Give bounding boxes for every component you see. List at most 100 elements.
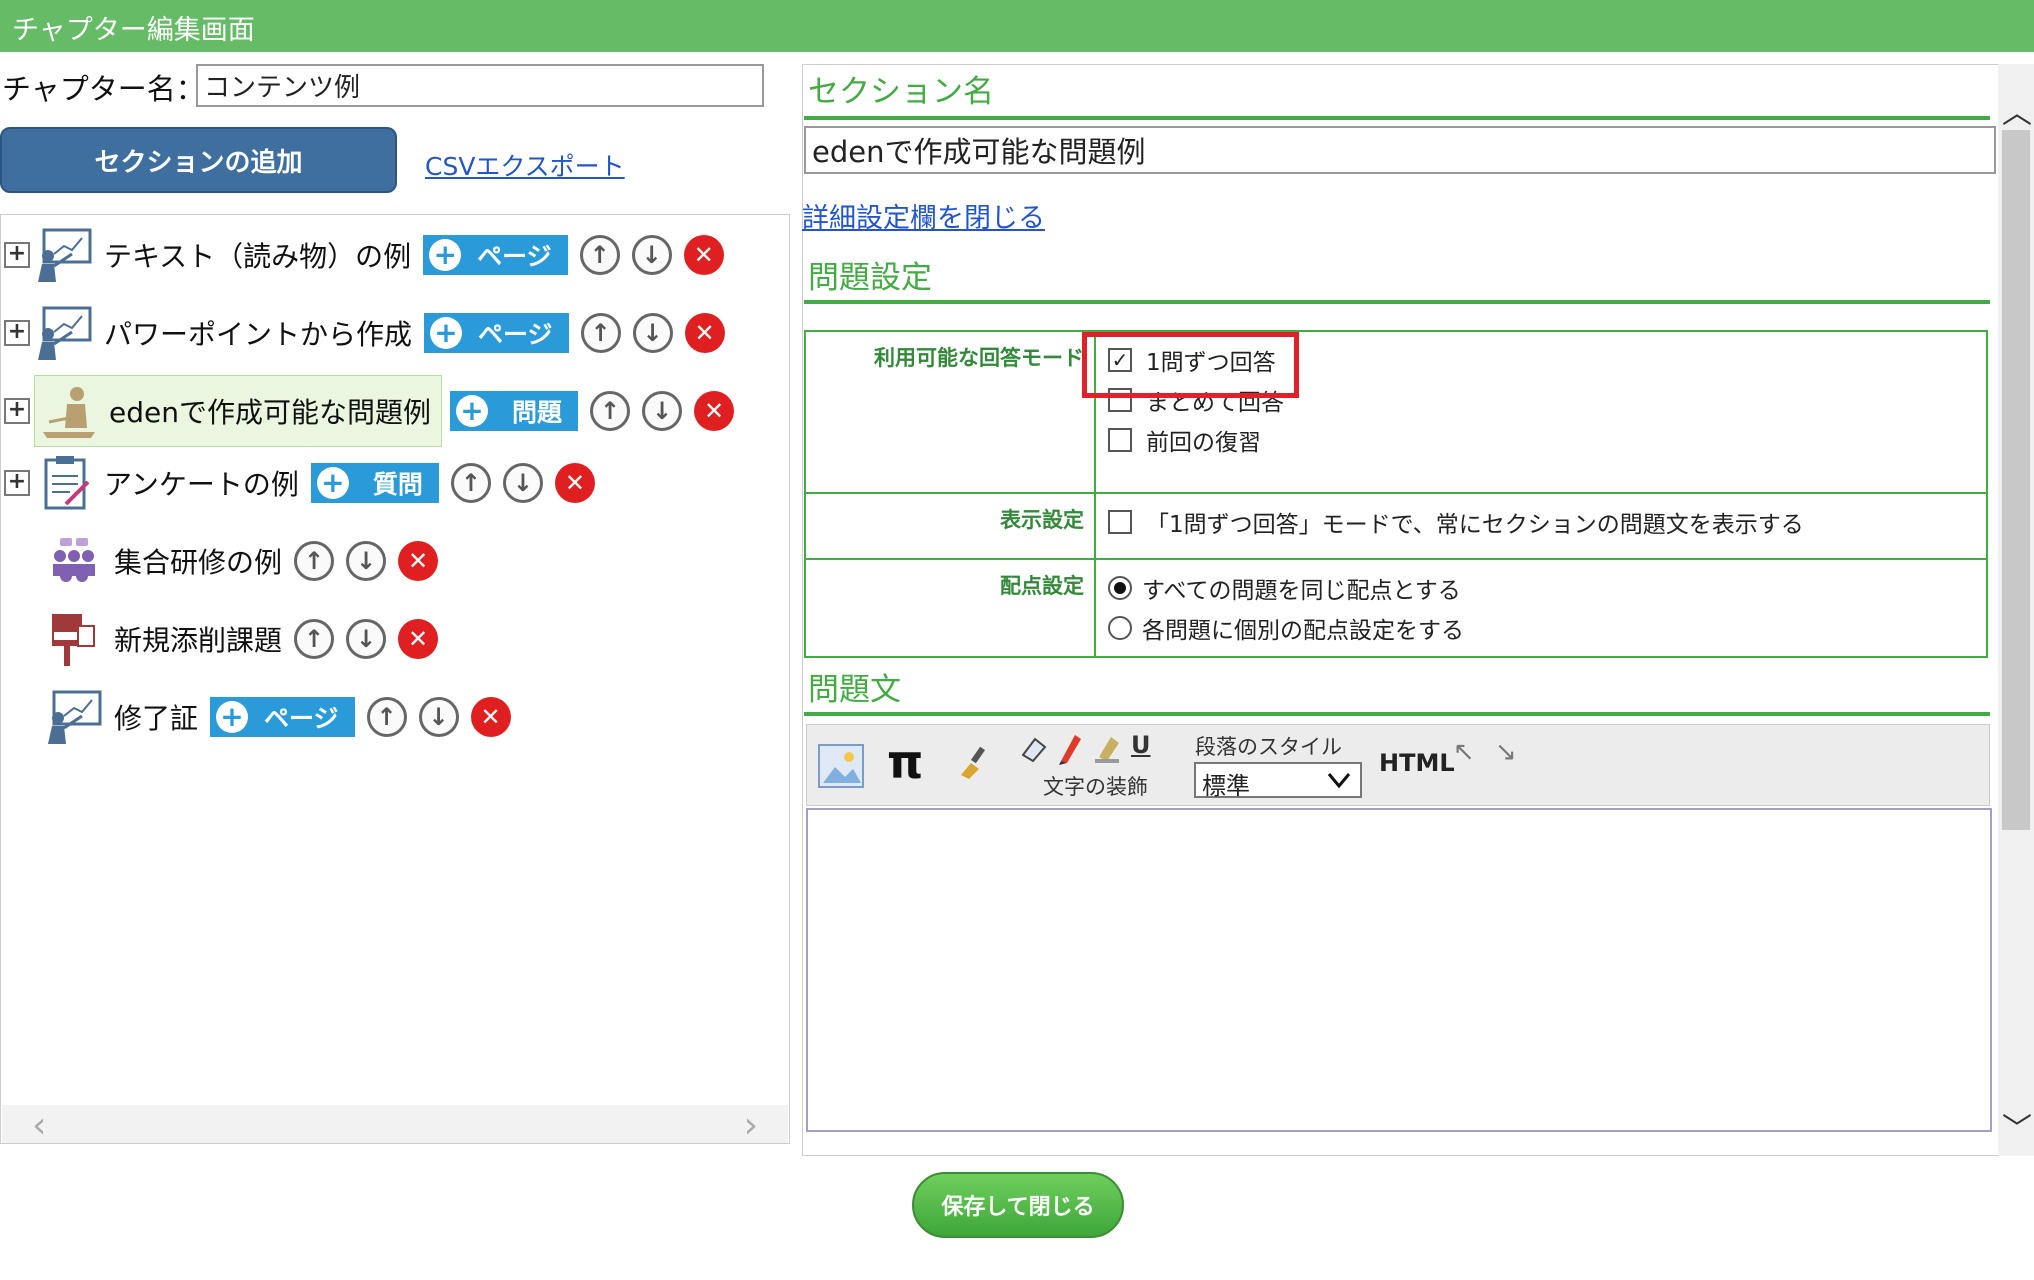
tree-row-3: + アンケートの例 + 質問 ↑ ↓ ✕ bbox=[4, 450, 784, 516]
move-up-button[interactable]: ↑ bbox=[579, 235, 620, 275]
move-up-button[interactable]: ↑ bbox=[294, 619, 335, 659]
editor-toolbar: π U 文字の装飾 段落のスタイル HTML ↖ ↘ bbox=[806, 724, 1990, 806]
delete-button[interactable]: ✕ bbox=[684, 313, 725, 353]
tree-row-label[interactable]: 集合研修の例 bbox=[114, 541, 282, 581]
display-setting-label: 表示設定 bbox=[804, 492, 1096, 560]
move-up-button[interactable]: ↑ bbox=[366, 697, 407, 737]
tree-row-label: edenで作成可能な問題例 bbox=[109, 396, 431, 429]
expand-toggle-icon[interactable]: + bbox=[4, 242, 30, 268]
move-up-button[interactable]: ↑ bbox=[580, 313, 621, 353]
checkbox-unchecked[interactable] bbox=[1108, 428, 1132, 452]
insert-image-icon[interactable] bbox=[817, 743, 865, 794]
move-down-button[interactable]: ↓ bbox=[642, 391, 682, 431]
tree-row-label[interactable]: パワーポイントから作成 bbox=[104, 313, 412, 353]
move-down-button[interactable]: ↓ bbox=[418, 697, 459, 737]
display-setting-row: 表示設定 「1問ずつ回答」モードで、常にセクションの問題文を表示する bbox=[804, 492, 1988, 560]
presentation-board-icon bbox=[30, 300, 98, 366]
move-up-button[interactable]: ↑ bbox=[590, 391, 630, 431]
chapter-name-input[interactable] bbox=[196, 64, 764, 107]
add-page-button[interactable]: + ページ bbox=[423, 235, 568, 275]
add-survey-question-button[interactable]: + 質問 bbox=[310, 463, 439, 503]
tree-row-1: + パワーポイントから作成 + ページ ↑ ↓ ✕ bbox=[4, 300, 784, 366]
delete-button[interactable]: ✕ bbox=[554, 463, 595, 503]
undo-icon[interactable]: ↖ bbox=[1453, 737, 1475, 767]
expand-toggle-icon[interactable]: + bbox=[4, 398, 30, 424]
problem-text-editor[interactable] bbox=[806, 808, 1992, 1132]
plus-icon: + bbox=[216, 701, 249, 733]
selected-section[interactable]: edenで作成可能な問題例 bbox=[34, 375, 442, 447]
tree-row-4: 集合研修の例 ↑ ↓ ✕ bbox=[4, 528, 784, 594]
move-down-button[interactable]: ↓ bbox=[346, 619, 387, 659]
delete-button[interactable]: ✕ bbox=[398, 619, 439, 659]
add-section-button[interactable]: セクションの追加 bbox=[0, 127, 397, 193]
chapter-name-label: チャプター名： bbox=[2, 72, 205, 106]
checkbox-unchecked[interactable] bbox=[1108, 510, 1132, 534]
move-down-button[interactable]: ↓ bbox=[632, 313, 673, 353]
format-brush-icon[interactable] bbox=[957, 745, 993, 786]
tree-row-2: + edenで作成可能な問題例 + 問題 ↑ ↓ ✕ bbox=[4, 375, 784, 447]
scroll-left-icon[interactable]: ‹ bbox=[32, 1105, 46, 1146]
answer-mode-row: 利用可能な回答モード ✓ 1問ずつ回答 まとめて回答 前回の復習 bbox=[804, 330, 1988, 494]
paragraph-style-select[interactable]: 標準 bbox=[1194, 762, 1362, 800]
move-up-button[interactable]: ↑ bbox=[294, 541, 335, 581]
clipboard-survey-icon bbox=[30, 450, 98, 516]
answer-mode-option[interactable]: 前回の復習 bbox=[1108, 420, 1974, 460]
display-setting-options: 「1問ずつ回答」モードで、常にセクションの問題文を表示する bbox=[1094, 492, 1988, 560]
scoring-option[interactable]: すべての問題を同じ配点とする bbox=[1108, 568, 1974, 608]
paragraph-style-label: 段落のスタイル bbox=[1195, 735, 1342, 759]
radio-selected[interactable] bbox=[1108, 576, 1132, 600]
title-bar: チャプター編集画面 bbox=[0, 0, 2034, 52]
delete-button[interactable]: ✕ bbox=[694, 391, 734, 431]
save-close-button[interactable]: 保存して閉じる bbox=[912, 1172, 1124, 1238]
move-down-button[interactable]: ↓ bbox=[346, 541, 387, 581]
scoring-setting-row: 配点設定 すべての問題を同じ配点とする 各問題に個別の配点設定をする bbox=[804, 558, 1988, 658]
eraser-icon[interactable] bbox=[1019, 733, 1049, 768]
radio-unselected[interactable] bbox=[1108, 616, 1132, 640]
presentation-board-icon bbox=[40, 684, 108, 750]
tree-row-0: + テキスト（読み物）の例 + ページ ↑ ↓ ✕ bbox=[4, 222, 784, 288]
underline-icon[interactable]: U bbox=[1131, 731, 1151, 759]
display-setting-option[interactable]: 「1問ずつ回答」モードで、常にセクションの問題文を表示する bbox=[1108, 502, 1974, 542]
group-training-icon bbox=[40, 528, 108, 594]
tree-row-label[interactable]: 新規添削課題 bbox=[114, 619, 282, 659]
delete-button[interactable]: ✕ bbox=[470, 697, 511, 737]
horizontal-scrollbar[interactable]: ‹ › bbox=[2, 1105, 788, 1146]
add-page-button[interactable]: + ページ bbox=[210, 697, 355, 737]
scroll-down-icon[interactable]: ﹀ bbox=[2002, 1104, 2032, 1148]
html-mode-button[interactable]: HTML bbox=[1379, 749, 1455, 777]
heading-divider bbox=[804, 116, 1990, 120]
add-question-button[interactable]: + 問題 bbox=[449, 391, 578, 431]
plus-icon: + bbox=[430, 317, 463, 349]
move-down-button[interactable]: ↓ bbox=[502, 463, 543, 503]
expand-toggle-icon[interactable]: + bbox=[4, 320, 30, 346]
scroll-up-icon[interactable]: ︿ bbox=[2002, 88, 2032, 132]
move-up-button[interactable]: ↑ bbox=[450, 463, 491, 503]
plus-icon: + bbox=[316, 467, 349, 499]
page-title: チャプター編集画面 bbox=[12, 15, 255, 46]
delete-button[interactable]: ✕ bbox=[398, 541, 439, 581]
tree-row-label[interactable]: テキスト（読み物）の例 bbox=[104, 235, 411, 275]
tree-row-label[interactable]: 修了証 bbox=[114, 697, 198, 737]
close-details-link[interactable]: 詳細設定欄を閉じる bbox=[802, 196, 1045, 235]
scrollbar-thumb[interactable] bbox=[2002, 130, 2030, 830]
exam-person-icon bbox=[35, 378, 103, 444]
redo-icon[interactable]: ↘ bbox=[1495, 737, 1517, 767]
math-pi-icon[interactable]: π bbox=[887, 735, 923, 789]
add-page-button[interactable]: + ページ bbox=[424, 313, 569, 353]
section-name-input[interactable] bbox=[804, 126, 1996, 174]
red-pen-icon[interactable] bbox=[1055, 731, 1085, 770]
csv-export-link[interactable]: CSVエクスポート bbox=[425, 147, 625, 183]
heading-divider bbox=[804, 300, 1990, 304]
tree-row-label[interactable]: アンケートの例 bbox=[104, 463, 299, 503]
tree-row-5: 新規添削課題 ↑ ↓ ✕ bbox=[4, 606, 784, 672]
scoring-option[interactable]: 各問題に個別の配点設定をする bbox=[1108, 608, 1974, 648]
problem-settings-table: 利用可能な回答モード ✓ 1問ずつ回答 まとめて回答 前回の復習 表示設定 「1問… bbox=[804, 330, 1988, 658]
tree-row-6: 修了証 + ページ ↑ ↓ ✕ bbox=[4, 684, 784, 750]
vertical-scrollbar[interactable]: ︿ ﹀ bbox=[1998, 64, 2034, 1156]
highlighter-icon[interactable] bbox=[1093, 731, 1123, 770]
answer-mode-label: 利用可能な回答モード bbox=[804, 330, 1096, 494]
scroll-right-icon[interactable]: › bbox=[744, 1105, 758, 1146]
expand-toggle-icon[interactable]: + bbox=[4, 470, 30, 496]
delete-button[interactable]: ✕ bbox=[683, 235, 724, 275]
move-down-button[interactable]: ↓ bbox=[631, 235, 672, 275]
